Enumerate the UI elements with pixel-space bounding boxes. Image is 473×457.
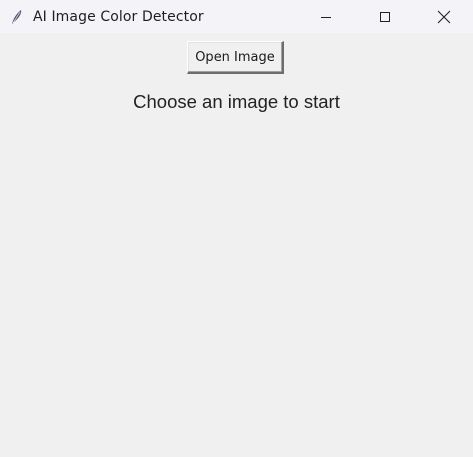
open-image-button[interactable]: Open Image [187, 41, 284, 74]
window-controls [296, 0, 473, 33]
feather-icon [9, 9, 25, 25]
minimize-button[interactable] [296, 0, 355, 33]
app-window: AI Image Color Detector Open Image Choos… [0, 0, 473, 457]
window-title: AI Image Color Detector [33, 8, 204, 25]
maximize-button[interactable] [355, 0, 414, 33]
status-label: Choose an image to start [133, 91, 340, 112]
minimize-icon [320, 11, 332, 23]
maximize-icon [379, 11, 391, 23]
main-content: Open Image Choose an image to start [0, 33, 473, 457]
close-icon [437, 10, 451, 24]
title-bar[interactable]: AI Image Color Detector [0, 0, 473, 33]
close-button[interactable] [414, 0, 473, 33]
